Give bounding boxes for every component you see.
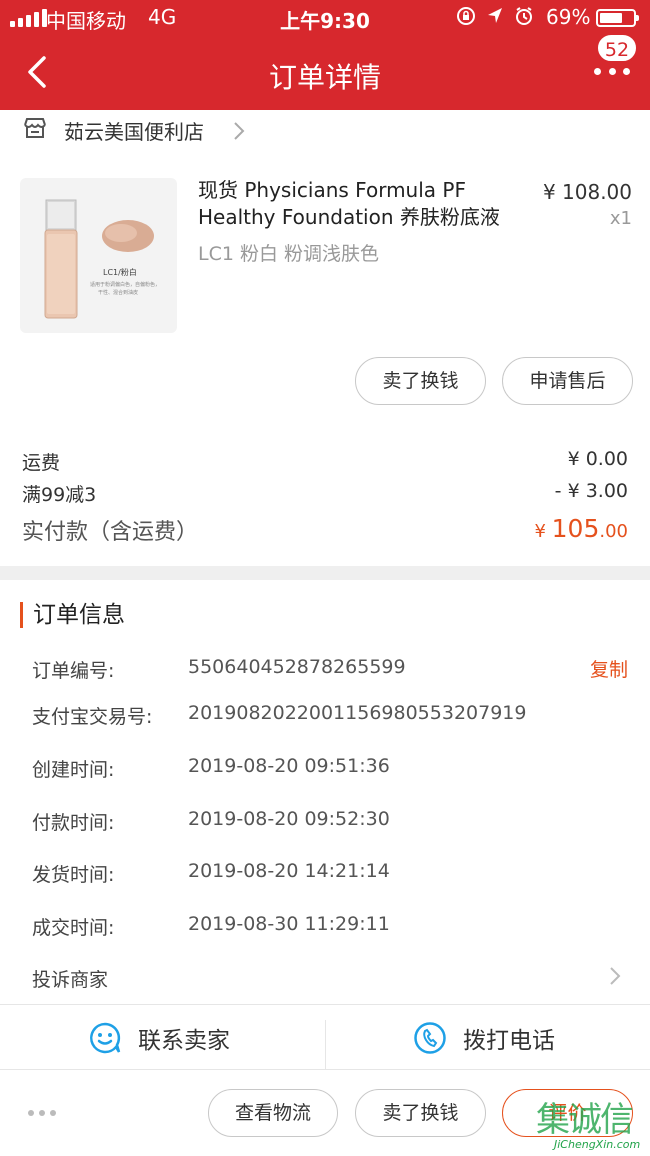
shop-row[interactable]: 茹云美国便利店 bbox=[0, 110, 650, 150]
status-icons bbox=[456, 6, 534, 26]
sell-for-cash-button-bottom[interactable]: 卖了换钱 bbox=[355, 1089, 486, 1137]
created-time-label: 创建时间: bbox=[32, 759, 115, 781]
shipping-label: 运费 bbox=[22, 452, 61, 474]
product-image[interactable]: LC1/粉白 适用于粉调偏白色，自偏粉色， 干性、混合到油皮 bbox=[20, 178, 177, 333]
copy-button[interactable]: 复制 bbox=[590, 655, 628, 682]
view-logistics-button[interactable]: 查看物流 bbox=[208, 1089, 338, 1137]
sell-for-cash-button[interactable]: 卖了换钱 bbox=[355, 357, 486, 405]
total-row: 实付款（含运费） ¥ 105.00 bbox=[22, 514, 628, 546]
total-label: 实付款（含运费） bbox=[22, 520, 199, 545]
chevron-right-icon bbox=[234, 122, 245, 140]
more-menu-icon[interactable] bbox=[594, 68, 630, 78]
lock-rotation-icon bbox=[457, 7, 475, 25]
discount-label: 满99减3 bbox=[22, 484, 97, 506]
paid-time-label: 付款时间: bbox=[32, 812, 115, 834]
more-actions-icon[interactable] bbox=[28, 1110, 56, 1116]
status-bar: 中国移动 4G 上午9:30 69% bbox=[0, 0, 650, 36]
location-arrow-icon bbox=[488, 8, 502, 23]
discount-row: 满99减3 - ¥ 3.00 bbox=[22, 480, 628, 507]
total-value: ¥ 105.00 bbox=[534, 514, 628, 543]
divider bbox=[0, 1069, 650, 1070]
after-sale-button[interactable]: 申请售后 bbox=[502, 357, 633, 405]
message-count-badge[interactable]: 52 bbox=[596, 33, 638, 63]
shipping-fee-row: 运费 ¥ 0.00 bbox=[22, 448, 628, 475]
watermark-text: 集诚信 bbox=[536, 1100, 634, 1140]
alipay-trade-value: 2019082022001156980553207919 bbox=[188, 702, 527, 724]
created-time-value: 2019-08-20 09:51:36 bbox=[188, 755, 390, 777]
product-image-label: LC1/粉白 bbox=[103, 267, 137, 277]
deal-time-label: 成交时间: bbox=[32, 917, 115, 939]
product-quantity: x1 bbox=[609, 208, 632, 229]
chat-smiley-icon bbox=[90, 1022, 121, 1054]
shipped-time-value: 2019-08-20 14:21:14 bbox=[188, 860, 390, 882]
watermark-logo: 集诚信 JiChengXin.com bbox=[536, 1092, 648, 1156]
total-integer: 105 bbox=[551, 514, 600, 543]
call-phone-button[interactable]: 拨打电话 bbox=[325, 1005, 650, 1069]
alarm-icon bbox=[516, 7, 532, 25]
nav-bar: 订单详情 52 bbox=[0, 33, 650, 110]
battery-icon bbox=[596, 9, 639, 27]
shipping-value: ¥ 0.00 bbox=[567, 448, 628, 470]
page-title: 订单详情 bbox=[268, 61, 381, 94]
product-name[interactable]: 现货 Physicians Formula PF Healthy Foundat… bbox=[198, 177, 528, 231]
deal-time-value: 2019-08-30 11:29:11 bbox=[188, 913, 390, 935]
call-phone-label[interactable]: 拨打电话 bbox=[463, 1021, 555, 1055]
product-sku: LC1 粉白 粉调浅肤色 bbox=[198, 243, 380, 265]
shop-name[interactable]: 茹云美国便利店 bbox=[64, 116, 204, 145]
complain-seller-label[interactable]: 投诉商家 bbox=[32, 965, 108, 992]
shipped-time-label: 发货时间: bbox=[32, 864, 115, 886]
order-number-label: 订单编号: bbox=[32, 660, 115, 682]
battery-percent: 69% bbox=[546, 5, 591, 29]
order-info-title: 订单信息 bbox=[20, 602, 125, 628]
chevron-right-icon bbox=[610, 967, 621, 985]
product-price: ¥ 108.00 bbox=[542, 180, 632, 204]
watermark-subtext: JiChengXin.com bbox=[554, 1138, 641, 1151]
contact-seller-button[interactable]: 联系卖家 bbox=[0, 1005, 325, 1069]
paid-time-value: 2019-08-20 09:52:30 bbox=[188, 808, 390, 830]
alipay-trade-label: 支付宝交易号: bbox=[32, 706, 153, 728]
contact-seller-label[interactable]: 联系卖家 bbox=[138, 1021, 230, 1055]
phone-icon bbox=[414, 1022, 446, 1054]
svg-text:干性、混合到油皮: 干性、混合到油皮 bbox=[98, 289, 138, 296]
discount-value: - ¥ 3.00 bbox=[554, 480, 628, 502]
order-number-value: 550640452878265599 bbox=[188, 656, 406, 678]
section-gap bbox=[0, 566, 650, 580]
total-currency: ¥ bbox=[534, 521, 546, 542]
shop-icon bbox=[24, 118, 46, 138]
total-decimal: .00 bbox=[599, 521, 628, 542]
foundation-bottle-image: LC1/粉白 适用于粉调偏白色，自偏粉色， 干性、混合到油皮 bbox=[44, 199, 160, 319]
svg-text:适用于粉调偏白色，自偏粉色，: 适用于粉调偏白色，自偏粉色， bbox=[90, 281, 160, 288]
